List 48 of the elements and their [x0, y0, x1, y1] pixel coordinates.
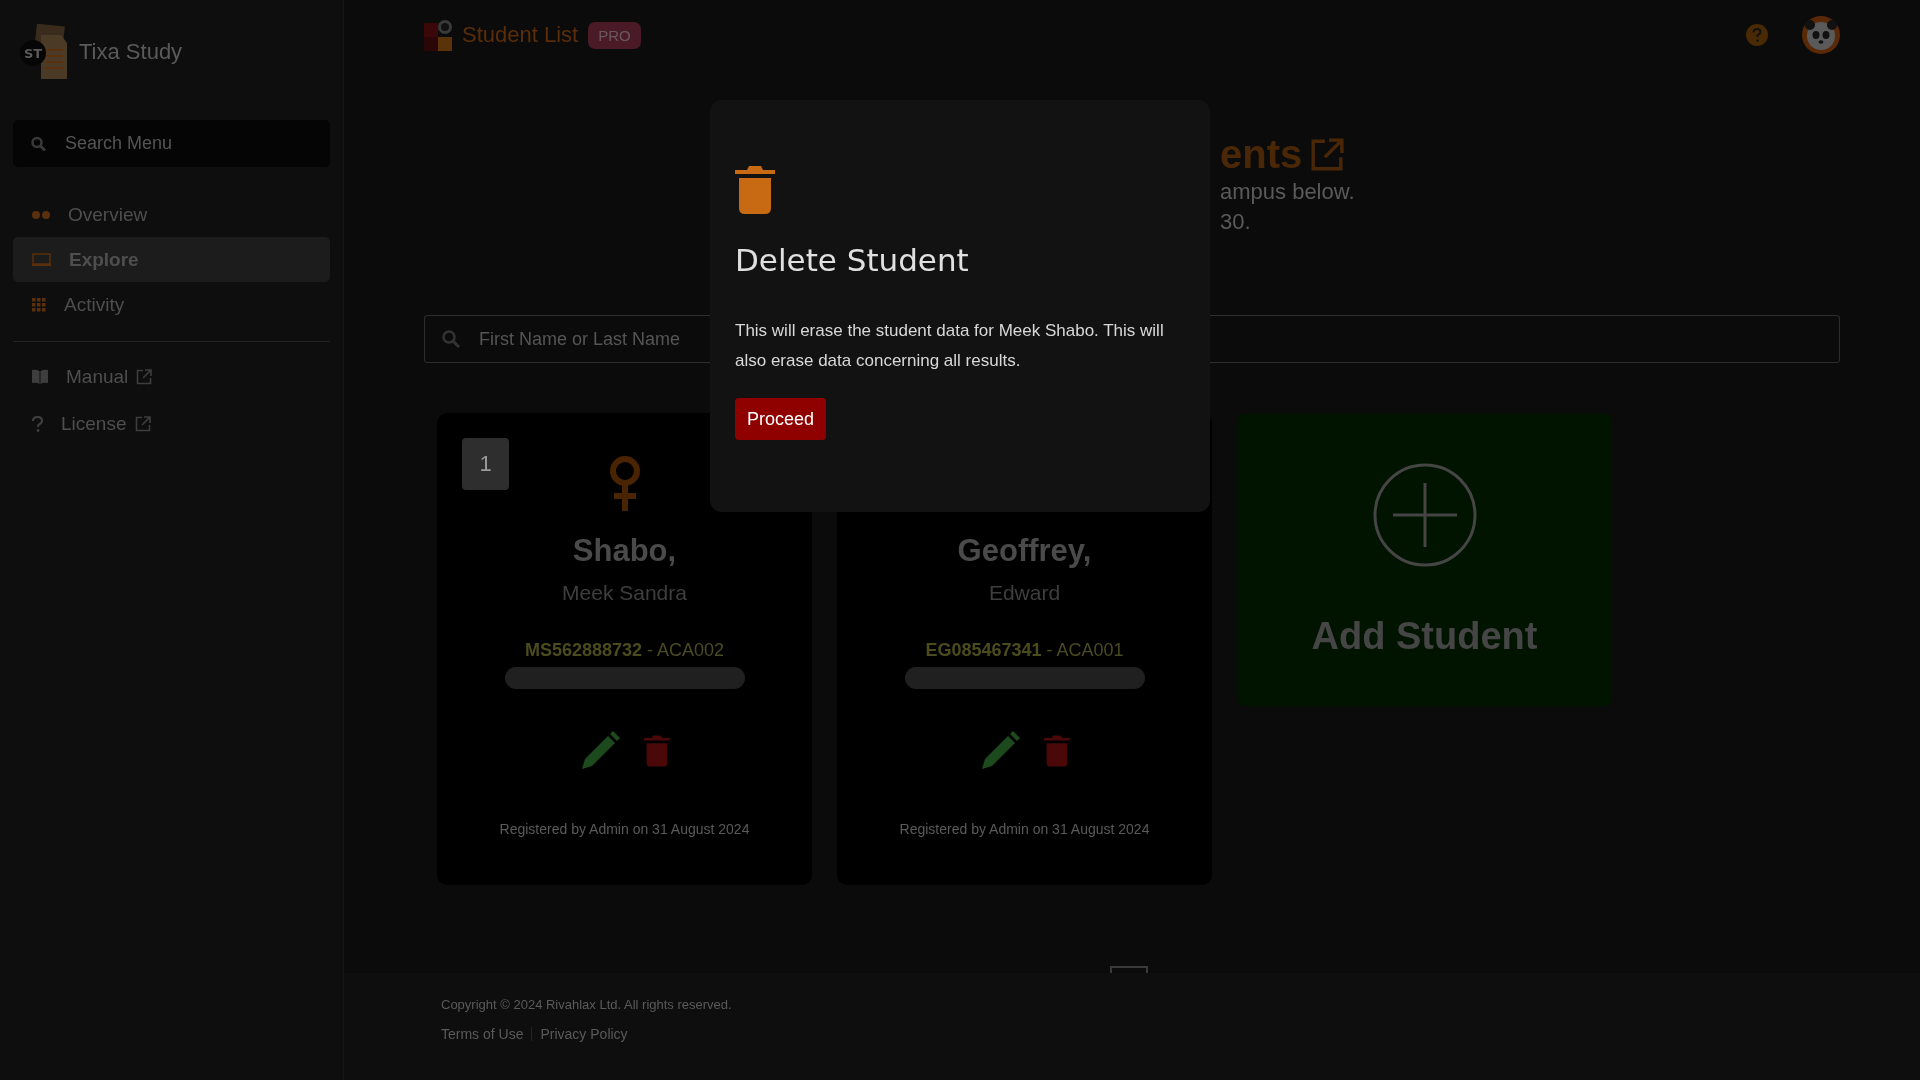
book-icon	[32, 369, 48, 384]
registration-note: Registered by Admin on 31 August 2024	[499, 821, 750, 837]
nav-link[interactable]: Manual	[13, 354, 330, 399]
student-first-names: Meek Sandra	[562, 581, 687, 605]
search-menu-field[interactable]: Search Menu	[13, 120, 330, 167]
student-number-badge: 1	[462, 438, 509, 490]
delete-icon[interactable]	[643, 733, 670, 769]
female-symbol-icon	[607, 455, 642, 511]
pro-badge: PRO	[588, 21, 641, 49]
page-heading: ents	[1220, 132, 1303, 177]
registration-note: Registered by Admin on 31 August 2024	[899, 821, 1150, 837]
external-link-icon	[134, 415, 151, 432]
dialog-message: This will erase the student data for Meek Shabo. This will also erase data concerning all results.	[735, 320, 1165, 372]
monitor-icon	[32, 253, 51, 266]
app-logo: ST	[19, 23, 69, 81]
edit-pencil-icon[interactable]	[579, 731, 620, 771]
avatar[interactable]	[1802, 16, 1840, 54]
page-subtitle: 30.	[1220, 208, 1252, 236]
add-student-card[interactable]: Add Student	[1237, 413, 1612, 707]
student-id: EG085467341 - ACA001	[925, 640, 1124, 661]
grid-icon	[32, 297, 46, 312]
copyright-text: Copyright © 2024 Rivahlax Ltd. All rights reserved.	[441, 997, 733, 1012]
nav-item[interactable]: Overview	[13, 192, 330, 237]
trash-icon	[735, 166, 775, 214]
footer-link[interactable]: Terms of Use	[441, 1026, 524, 1042]
help-icon[interactable]	[1746, 24, 1768, 46]
delete-icon[interactable]	[1043, 733, 1070, 769]
footer-link[interactable]: Privacy Policy	[540, 1026, 628, 1042]
proceed-button[interactable]: Proceed	[735, 398, 827, 440]
external-link-icon	[1310, 137, 1345, 172]
student-last-name: Geoffrey,	[957, 533, 1092, 569]
search-icon	[442, 330, 460, 348]
nav-link[interactable]: License	[13, 401, 330, 446]
student-last-name: Shabo,	[572, 533, 677, 569]
edit-pencil-icon[interactable]	[979, 731, 1020, 771]
brand-name: Tixa Study	[79, 39, 183, 65]
student-list-logo	[424, 19, 452, 51]
dots-icon	[32, 209, 50, 220]
dialog-title: Delete Student	[735, 242, 970, 278]
question-icon	[32, 415, 43, 432]
search-icon	[31, 136, 46, 151]
student-first-names: Edward	[988, 581, 1061, 605]
external-link-icon	[136, 368, 153, 385]
page-title: Student List	[462, 22, 579, 48]
plus-circle-icon	[1372, 462, 1477, 567]
page-subtitle: ampus below.	[1220, 178, 1356, 206]
student-id: MS562888732 - ACA002	[524, 640, 725, 661]
nav-item[interactable]: Activity	[13, 282, 330, 327]
